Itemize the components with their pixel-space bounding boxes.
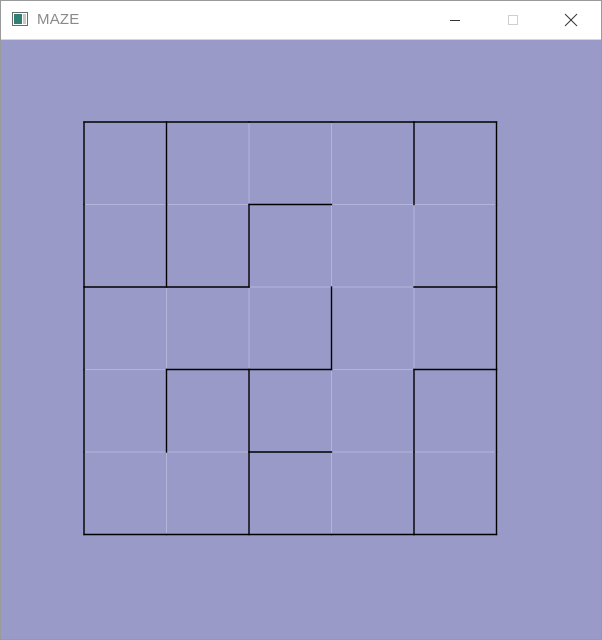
maze-canvas-area [1, 40, 601, 639]
maze-window: MAZE [0, 0, 602, 640]
minimize-icon [450, 20, 460, 21]
close-button[interactable] [542, 1, 600, 39]
window-title: MAZE [37, 11, 80, 28]
close-icon [564, 13, 578, 27]
minimize-button[interactable] [426, 1, 484, 39]
app-window-icon [12, 12, 28, 26]
maximize-button[interactable] [484, 1, 542, 39]
title-bar[interactable]: MAZE [1, 1, 601, 40]
maximize-icon [508, 15, 518, 25]
maze-board [83, 121, 498, 536]
